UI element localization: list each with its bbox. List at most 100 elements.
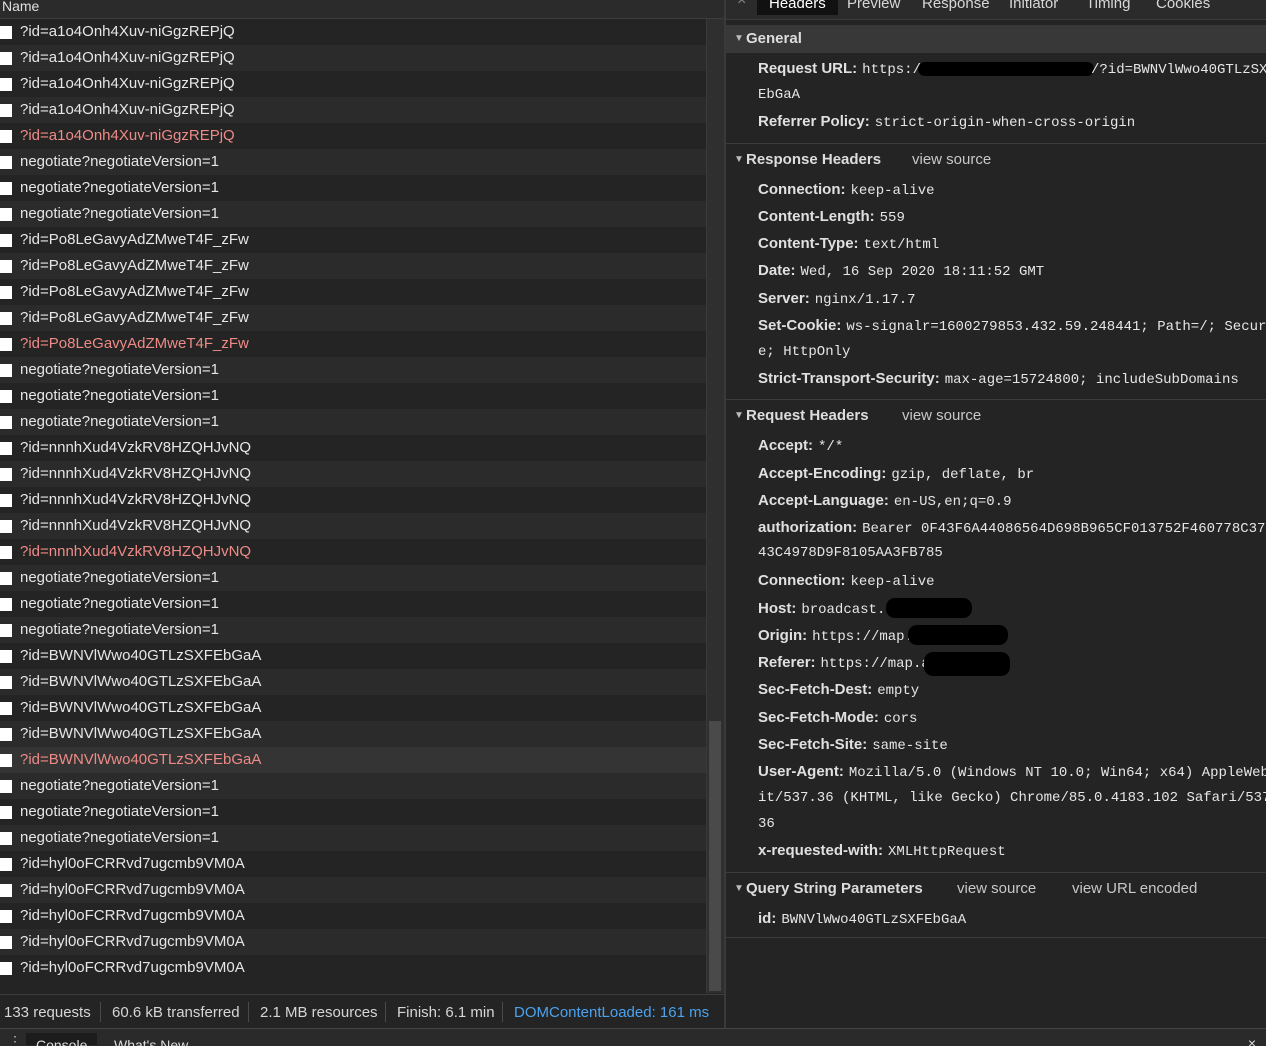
request-checkbox[interactable] [0,936,12,949]
request-row[interactable]: ?id=nnnhXud4VzkRV8HZQHJvNQ [0,513,706,539]
request-checkbox[interactable] [0,156,12,169]
request-checkbox[interactable] [0,130,12,143]
request-checkbox[interactable] [0,234,12,247]
request-checkbox[interactable] [0,572,12,585]
request-checkbox[interactable] [0,676,12,689]
request-checkbox[interactable] [0,442,12,455]
request-checkbox[interactable] [0,780,12,793]
request-checkbox[interactable] [0,702,12,715]
request-row[interactable]: ?id=BWNVlWwo40GTLzSXFEbGaA [0,695,706,721]
request-checkbox[interactable] [0,364,12,377]
tab-preview[interactable]: Preview [847,0,900,12]
tab-headers[interactable]: Headers [757,0,838,15]
request-row[interactable]: negotiate?negotiateVersion=1 [0,773,706,799]
request-checkbox[interactable] [0,624,12,637]
scrollbar-thumb[interactable] [709,721,721,991]
view-source-link[interactable]: view source [902,407,981,424]
view-url-encoded-link[interactable]: view URL encoded [1072,880,1197,897]
request-checkbox[interactable] [0,416,12,429]
general-section-header[interactable]: ▼ General [726,25,1266,53]
request-checkbox[interactable] [0,520,12,533]
tab-initiator[interactable]: Initiator [1009,0,1058,12]
request-row[interactable]: ?id=hyl0oFCRRvd7ugcmb9VM0A [0,851,706,877]
request-row[interactable]: negotiate?negotiateVersion=1 [0,175,706,201]
request-row[interactable]: negotiate?negotiateVersion=1 [0,149,706,175]
request-checkbox[interactable] [0,260,12,273]
request-checkbox[interactable] [0,78,12,91]
request-row[interactable]: ?id=Po8LeGavyAdZMweT4F_zFw [0,227,706,253]
request-checkbox[interactable] [0,104,12,117]
close-drawer-icon[interactable]: × [1248,1035,1256,1046]
request-checkbox[interactable] [0,312,12,325]
drawer-tab-whats-new[interactable]: What's New [114,1037,188,1046]
request-checkbox[interactable] [0,52,12,65]
request-row[interactable]: negotiate?negotiateVersion=1 [0,409,706,435]
request-row[interactable]: ?id=hyl0oFCRRvd7ugcmb9VM0A [0,929,706,955]
request-list-scrollbar[interactable] [706,19,724,993]
request-row[interactable]: negotiate?negotiateVersion=1 [0,565,706,591]
request-checkbox[interactable] [0,884,12,897]
request-row[interactable]: ?id=BWNVlWwo40GTLzSXFEbGaA [0,747,706,773]
request-checkbox[interactable] [0,494,12,507]
request-row[interactable]: ?id=a1o4Onh4Xuv-niGgzREPjQ [0,97,706,123]
request-row[interactable]: ?id=a1o4Onh4Xuv-niGgzREPjQ [0,45,706,71]
request-row[interactable]: ?id=Po8LeGavyAdZMweT4F_zFw [0,279,706,305]
view-source-link[interactable]: view source [957,880,1036,897]
request-row[interactable]: ?id=nnnhXud4VzkRV8HZQHJvNQ [0,539,706,565]
request-headers-section-header[interactable]: ▼ Request Headers view source [726,402,1266,430]
kebab-menu-icon[interactable]: ⋮ [8,1034,22,1046]
request-checkbox[interactable] [0,754,12,767]
query-string-section-header[interactable]: ▼ Query String Parameters view source vi… [726,875,1266,903]
request-row[interactable]: negotiate?negotiateVersion=1 [0,591,706,617]
name-column-header[interactable]: Name [0,0,724,19]
request-row[interactable]: ?id=Po8LeGavyAdZMweT4F_zFw [0,331,706,357]
request-checkbox[interactable] [0,182,12,195]
request-checkbox[interactable] [0,390,12,403]
request-row[interactable]: ?id=BWNVlWwo40GTLzSXFEbGaA [0,721,706,747]
request-row[interactable]: negotiate?negotiateVersion=1 [0,617,706,643]
request-row[interactable]: negotiate?negotiateVersion=1 [0,383,706,409]
request-checkbox[interactable] [0,910,12,923]
view-source-link[interactable]: view source [912,151,991,168]
request-row[interactable]: negotiate?negotiateVersion=1 [0,825,706,851]
request-checkbox[interactable] [0,208,12,221]
request-checkbox[interactable] [0,546,12,559]
request-checkbox[interactable] [0,858,12,871]
request-row[interactable]: ?id=nnnhXud4VzkRV8HZQHJvNQ [0,435,706,461]
response-headers-section-header[interactable]: ▼ Response Headers view source [726,146,1266,174]
request-row[interactable]: ?id=hyl0oFCRRvd7ugcmb9VM0A [0,955,706,981]
request-checkbox[interactable] [0,650,12,663]
tab-cookies[interactable]: Cookies [1156,0,1210,12]
request-checkbox[interactable] [0,598,12,611]
request-row[interactable]: ?id=hyl0oFCRRvd7ugcmb9VM0A [0,903,706,929]
drawer-tab-console[interactable]: Console [26,1033,98,1046]
tab-timing[interactable]: Timing [1086,0,1130,12]
request-checkbox[interactable] [0,286,12,299]
request-row[interactable]: ?id=hyl0oFCRRvd7ugcmb9VM0A [0,877,706,903]
request-row[interactable]: negotiate?negotiateVersion=1 [0,799,706,825]
request-row[interactable]: ?id=BWNVlWwo40GTLzSXFEbGaA [0,643,706,669]
tab-response[interactable]: Response [922,0,990,12]
request-row[interactable]: ?id=a1o4Onh4Xuv-niGgzREPjQ [0,123,706,149]
request-row[interactable]: ?id=nnnhXud4VzkRV8HZQHJvNQ [0,487,706,513]
request-row[interactable]: ?id=Po8LeGavyAdZMweT4F_zFw [0,305,706,331]
request-row[interactable]: ?id=a1o4Onh4Xuv-niGgzREPjQ [0,71,706,97]
request-checkbox[interactable] [0,468,12,481]
domcontentloaded-time[interactable]: DOMContentLoaded: 161 ms [514,1004,709,1021]
request-checkbox[interactable] [0,26,12,39]
header-key: authorization: [758,519,858,536]
request-row[interactable]: ?id=Po8LeGavyAdZMweT4F_zFw [0,253,706,279]
request-checkbox[interactable] [0,832,12,845]
request-name: ?id=nnnhXud4VzkRV8HZQHJvNQ [20,543,252,560]
request-checkbox[interactable] [0,962,12,975]
request-row[interactable]: ?id=a1o4Onh4Xuv-niGgzREPjQ [0,19,706,45]
request-checkbox[interactable] [0,806,12,819]
request-checkbox[interactable] [0,338,12,351]
request-row[interactable]: negotiate?negotiateVersion=1 [0,201,706,227]
request-row[interactable]: ?id=BWNVlWwo40GTLzSXFEbGaA [0,669,706,695]
request-name: negotiate?negotiateVersion=1 [20,153,219,170]
request-row[interactable]: ?id=nnnhXud4VzkRV8HZQHJvNQ [0,461,706,487]
request-row[interactable]: negotiate?negotiateVersion=1 [0,357,706,383]
close-details-icon[interactable]: × [737,0,746,10]
request-checkbox[interactable] [0,728,12,741]
